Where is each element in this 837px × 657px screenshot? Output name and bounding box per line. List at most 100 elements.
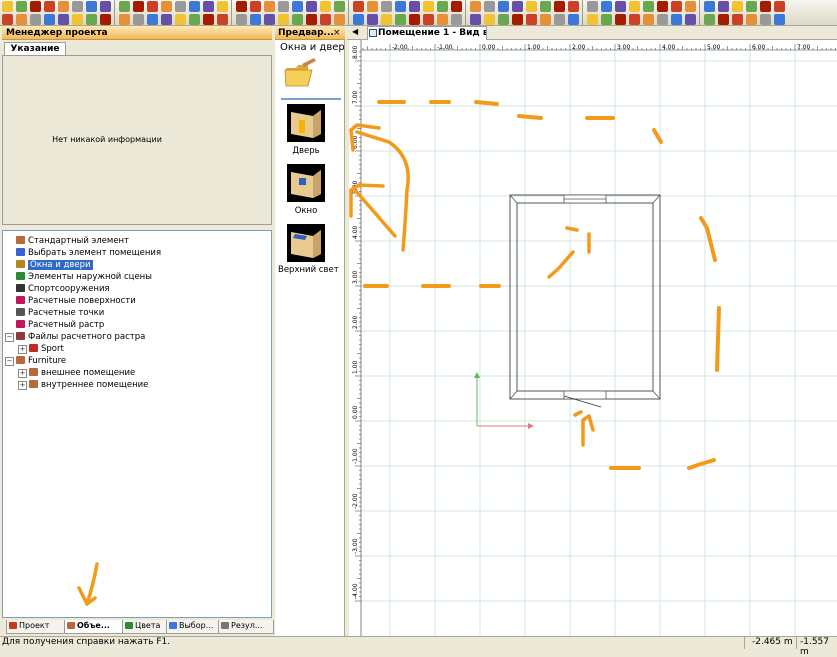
toolbar-button-icon[interactable]: [292, 1, 303, 12]
tree-item[interactable]: + внутреннее помещение: [18, 379, 148, 391]
tree-item[interactable]: Расчетный растр: [16, 319, 104, 331]
toolbar-button-icon[interactable]: [643, 14, 654, 25]
collapse-icon[interactable]: −: [5, 333, 14, 342]
expand-icon[interactable]: +: [18, 345, 27, 354]
toolbar-button-icon[interactable]: [540, 1, 551, 12]
toolbar-button-icon[interactable]: [671, 1, 682, 12]
close-icon[interactable]: ×: [333, 26, 343, 40]
expand-icon[interactable]: +: [18, 381, 27, 390]
toolbar-button-icon[interactable]: [685, 14, 696, 25]
toolbar-button-icon[interactable]: [236, 14, 247, 25]
toolbar-button-icon[interactable]: [512, 14, 523, 25]
toolbar-button-icon[interactable]: [86, 1, 97, 12]
toolbar-button-icon[interactable]: [30, 1, 41, 12]
toolbar-button-icon[interactable]: [58, 14, 69, 25]
toolbar-button-icon[interactable]: [72, 1, 83, 12]
toolbar-button-icon[interactable]: [381, 1, 392, 12]
toolbar-button-icon[interactable]: [629, 14, 640, 25]
toolbar-button-icon[interactable]: [367, 14, 378, 25]
toolbar-button-icon[interactable]: [334, 14, 345, 25]
toolbar-button-icon[interactable]: [395, 1, 406, 12]
toolbar-button-icon[interactable]: [657, 14, 668, 25]
toolbar-button-icon[interactable]: [2, 14, 13, 25]
toolbar-button-icon[interactable]: [161, 14, 172, 25]
tab-results[interactable]: Резул...: [218, 620, 274, 634]
toolbar-button-icon[interactable]: [353, 1, 364, 12]
toolbar-button-icon[interactable]: [119, 14, 130, 25]
tree-item[interactable]: Элементы наружной сцены: [16, 271, 152, 283]
toolbar-button-icon[interactable]: [320, 14, 331, 25]
toolbar-button-icon[interactable]: [643, 1, 654, 12]
toolbar-button-icon[interactable]: [367, 1, 378, 12]
toolbar-button-icon[interactable]: [395, 14, 406, 25]
tab-project[interactable]: Проект: [6, 620, 66, 634]
toolbar-button-icon[interactable]: [760, 1, 771, 12]
tab-scroll-icon[interactable]: ◀: [352, 27, 362, 36]
toolbar-button-icon[interactable]: [217, 1, 228, 12]
toolbar-button-icon[interactable]: [615, 1, 626, 12]
toolbar-button-icon[interactable]: [470, 14, 481, 25]
tree-item[interactable]: Выбрать элемент помещения: [16, 247, 161, 259]
toolbar-button-icon[interactable]: [657, 1, 668, 12]
tree-item[interactable]: + Sport: [18, 343, 64, 355]
toolbar-button-icon[interactable]: [16, 14, 27, 25]
toolbar-button-icon[interactable]: [250, 14, 261, 25]
toolbar-button-icon[interactable]: [189, 1, 200, 12]
toolbar-button-icon[interactable]: [568, 14, 579, 25]
toolbar-button-icon[interactable]: [278, 1, 289, 12]
toolbar-button-icon[interactable]: [423, 1, 434, 12]
toolbar-button-icon[interactable]: [175, 14, 186, 25]
toolbar-button-icon[interactable]: [100, 14, 111, 25]
toolbar-button-icon[interactable]: [526, 1, 537, 12]
plan-canvas[interactable]: -2.00 -1.00 0.00 1.00 2.00 3.00 4.00 5.00 6.00 7.…: [349, 40, 837, 636]
tree-item[interactable]: − Файлы расчетного растра: [5, 331, 145, 343]
toolbar-button-icon[interactable]: [587, 14, 598, 25]
tree-item[interactable]: Расчетные точки: [16, 307, 104, 319]
toolbar-button-icon[interactable]: [774, 14, 785, 25]
toolbar-button-icon[interactable]: [587, 1, 598, 12]
toolbar-button-icon[interactable]: [732, 1, 743, 12]
toolbar-button-icon[interactable]: [58, 1, 69, 12]
toolbar-button-icon[interactable]: [30, 14, 41, 25]
toolbar-button-icon[interactable]: [554, 14, 565, 25]
door-thumbnail[interactable]: [287, 104, 325, 142]
skylight-thumbnail[interactable]: [287, 224, 325, 262]
tab-selection[interactable]: Выбор...: [166, 620, 220, 634]
toolbar-button-icon[interactable]: [423, 14, 434, 25]
toolbar-button-icon[interactable]: [236, 1, 247, 12]
toolbar-button-icon[interactable]: [554, 1, 565, 12]
toolbar-button-icon[interactable]: [44, 1, 55, 12]
toolbar-button-icon[interactable]: [732, 14, 743, 25]
toolbar-button-icon[interactable]: [175, 1, 186, 12]
toolbar-button-icon[interactable]: [44, 14, 55, 25]
toolbar-button-icon[interactable]: [250, 1, 261, 12]
toolbar-button-icon[interactable]: [2, 1, 13, 12]
toolbar-button-icon[interactable]: [16, 1, 27, 12]
toolbar-button-icon[interactable]: [203, 14, 214, 25]
toolbar-button-icon[interactable]: [306, 1, 317, 12]
toolbar-button-icon[interactable]: [540, 14, 551, 25]
toolbar-button-icon[interactable]: [292, 14, 303, 25]
toolbar-button-icon[interactable]: [601, 14, 612, 25]
folder-icon[interactable]: [284, 58, 318, 88]
toolbar-button-icon[interactable]: [568, 1, 579, 12]
toolbar-button-icon[interactable]: [774, 1, 785, 12]
window-thumbnail[interactable]: [287, 164, 325, 202]
toolbar-button-icon[interactable]: [320, 1, 331, 12]
toolbar-button-icon[interactable]: [264, 1, 275, 12]
toolbar-button-icon[interactable]: [498, 14, 509, 25]
toolbar-button-icon[interactable]: [451, 1, 462, 12]
toolbar-button-icon[interactable]: [119, 1, 130, 12]
toolbar-button-icon[interactable]: [203, 1, 214, 12]
tab-room-view[interactable]: Помещение 1 - Вид в п...: [367, 26, 487, 40]
toolbar-button-icon[interactable]: [72, 14, 83, 25]
toolbar-button-icon[interactable]: [704, 14, 715, 25]
toolbar-button-icon[interactable]: [409, 14, 420, 25]
toolbar-button-icon[interactable]: [512, 1, 523, 12]
toolbar-button-icon[interactable]: [161, 1, 172, 12]
toolbar-button-icon[interactable]: [718, 14, 729, 25]
toolbar-button-icon[interactable]: [470, 1, 481, 12]
toolbar-button-icon[interactable]: [381, 14, 392, 25]
toolbar-button-icon[interactable]: [718, 1, 729, 12]
collapse-icon[interactable]: −: [5, 357, 14, 366]
